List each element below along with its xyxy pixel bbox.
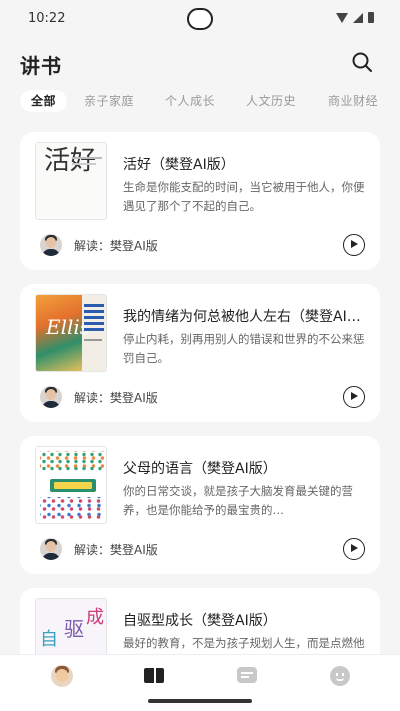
search-icon — [352, 52, 372, 72]
wifi-icon — [336, 12, 348, 23]
tab-humanities-history[interactable]: 人文历史 — [246, 90, 296, 112]
header: 讲书 — [0, 36, 400, 88]
cover-decoration — [72, 163, 96, 165]
reader-label: 解读：樊登AI版 — [74, 543, 158, 557]
cellular-signal-icon — [353, 12, 363, 23]
book-title: 我的情绪为何总被他人左右（樊登AI版） — [123, 309, 363, 325]
book-title: 自驱型成长（樊登AI版） — [123, 613, 277, 629]
book-title: 活好（樊登AI版） — [123, 157, 235, 173]
book-card[interactable]: 父母的语言（樊登AI版） 你的日常交谈，就是孩子大脑发育最关键的营养，也是你能给… — [20, 436, 380, 574]
book-card[interactable]: Ellis 我的情绪为何总被他人左右（樊登AI版） 停止内耗，别再用别人的错误和… — [20, 284, 380, 422]
reader-avatar — [40, 234, 62, 256]
book-description: 你的日常交谈，就是孩子大脑发育最关键的营养，也是你能给予的最宝贵的… — [123, 484, 353, 517]
search-button[interactable] — [350, 50, 374, 74]
cover-title: 活好 — [44, 146, 97, 176]
book-cover: 活好 — [35, 142, 107, 220]
reader-label: 解读：樊登AI版 — [74, 239, 158, 253]
cover-decoration — [72, 157, 102, 159]
reader-avatar — [40, 386, 62, 408]
book-description: 生命是你能支配的时间，当它被用于他人，你便遇见了那个了不起的自己。 — [123, 180, 365, 213]
category-tabs: 全部 亲子家庭 个人成长 人文历史 商业财经 — [0, 88, 400, 116]
camera-notch — [187, 8, 213, 30]
battery-icon — [368, 12, 374, 23]
nav-message-icon[interactable] — [236, 665, 258, 687]
status-time: 10:22 — [28, 11, 66, 26]
tab-personal-growth[interactable]: 个人成长 — [165, 90, 215, 112]
reader-label: 解读：樊登AI版 — [74, 391, 158, 405]
play-button[interactable] — [343, 538, 365, 560]
status-bar: 10:22 — [0, 0, 400, 36]
home-indicator[interactable] — [148, 699, 252, 703]
tab-parenting[interactable]: 亲子家庭 — [84, 90, 134, 112]
status-icons — [336, 12, 374, 23]
book-description: 停止内耗，别再用别人的错误和世界的不公来惩罚自己。 — [123, 332, 365, 365]
nav-book-icon[interactable] — [143, 665, 165, 687]
book-card[interactable]: 活好 活好（樊登AI版） 生命是你能支配的时间，当它被用于他人，你便遇见了那个了… — [20, 132, 380, 270]
tab-all[interactable]: 全部 — [20, 90, 68, 112]
book-title: 父母的语言（樊登AI版） — [123, 461, 277, 477]
nav-profile-icon[interactable] — [329, 665, 351, 687]
book-cover — [35, 446, 107, 524]
play-button[interactable] — [343, 234, 365, 256]
page-title: 讲书 — [20, 54, 62, 78]
book-cover: Ellis — [35, 294, 107, 372]
play-button[interactable] — [343, 386, 365, 408]
nav-home-avatar-icon[interactable] — [51, 665, 73, 687]
reader-avatar — [40, 538, 62, 560]
tab-business-finance[interactable]: 商业财经 — [328, 90, 378, 112]
